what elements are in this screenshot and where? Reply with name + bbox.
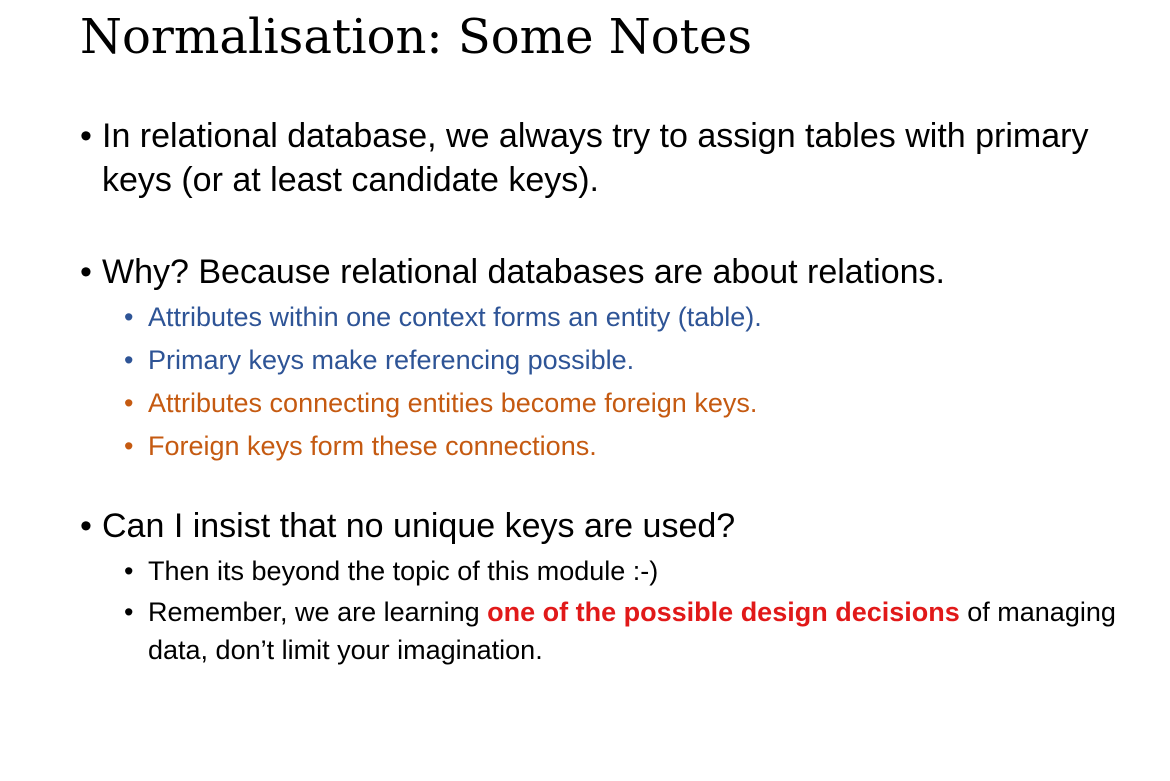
sub-bullet-marker: • <box>124 302 134 332</box>
sub-bullet-marker: • <box>124 556 134 586</box>
bullet-text: Why? Because relational databases are ab… <box>102 253 945 291</box>
bullet-list: • In relational database, we always try … <box>80 114 1120 669</box>
sub-bullet-list: • Attributes within one context forms an… <box>80 296 1120 468</box>
sub-bullet-item: • Attributes within one context forms an… <box>80 296 1120 339</box>
sub-bullet-marker: • <box>124 431 134 461</box>
sub-bullet-item: • Foreign keys form these connections. <box>80 425 1120 468</box>
bullet-item: • In relational database, we always try … <box>80 114 1120 202</box>
bullet-marker: • <box>80 507 92 545</box>
sub-bullet-item: • Then its beyond the topic of this modu… <box>80 550 1120 593</box>
slide: Normalisation: Some Notes • In relationa… <box>0 0 1170 781</box>
sub-bullet-text: Attributes within one context forms an e… <box>148 302 762 332</box>
sub-bullet-text: Foreign keys form these connections. <box>148 431 597 461</box>
bullet-item: • Why? Because relational databases are … <box>80 250 1120 294</box>
highlight-text: one of the possible design decisions <box>487 597 960 627</box>
sub-bullet-item: • Remember, we are learning one of the p… <box>80 593 1120 669</box>
bullet-text: In relational database, we always try to… <box>102 117 1089 199</box>
sub-bullet-text: Primary keys make referencing possible. <box>148 345 635 375</box>
sub-bullet-text: Attributes connecting entities become fo… <box>148 388 758 418</box>
bullet-text: Can I insist that no unique keys are use… <box>102 507 736 545</box>
sub-bullet-marker: • <box>124 388 134 418</box>
sub-bullet-text-before: Remember, we are learning <box>148 597 488 627</box>
sub-bullet-text: Then its beyond the topic of this module… <box>148 556 659 586</box>
slide-title: Normalisation: Some Notes <box>80 9 752 65</box>
sub-bullet-list: • Then its beyond the topic of this modu… <box>80 550 1120 669</box>
sub-bullet-item: • Attributes connecting entities become … <box>80 382 1120 425</box>
sub-bullet-item: • Primary keys make referencing possible… <box>80 339 1120 382</box>
bullet-item: • Can I insist that no unique keys are u… <box>80 504 1120 548</box>
sub-bullet-marker: • <box>124 597 134 627</box>
sub-bullet-marker: • <box>124 345 134 375</box>
bullet-marker: • <box>80 117 92 155</box>
bullet-marker: • <box>80 253 92 291</box>
